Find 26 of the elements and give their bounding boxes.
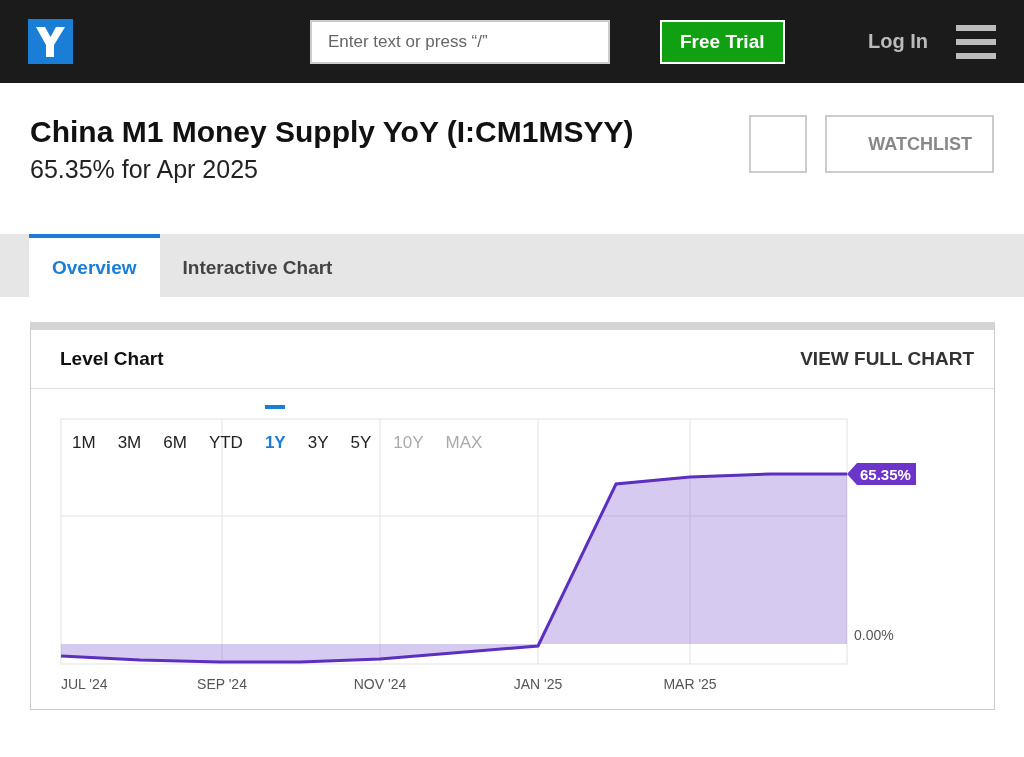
y-axis-label: 0.00% xyxy=(854,627,894,643)
range-button[interactable]: 1M xyxy=(64,433,104,453)
x-axis-label: MAR '25 xyxy=(663,676,717,692)
watchlist-button[interactable]: WATCHLIST xyxy=(825,115,994,173)
page-title: China M1 Money Supply YoY (I:CM1MSYY) xyxy=(30,115,635,149)
x-axis-label: JUL '24 xyxy=(61,676,108,692)
range-button[interactable]: 3M xyxy=(109,433,150,453)
range-button[interactable]: 5Y xyxy=(342,433,380,453)
tab[interactable]: Overview xyxy=(29,234,160,297)
tab[interactable]: Interactive Chart xyxy=(159,234,356,297)
x-axis-label: NOV '24 xyxy=(353,676,407,692)
range-button[interactable]: 1Y xyxy=(256,433,294,453)
range-button[interactable]: 3Y xyxy=(299,433,337,453)
x-axis-label: SEP '24 xyxy=(197,676,247,692)
range-button[interactable]: 6M xyxy=(155,433,195,453)
logo-icon[interactable] xyxy=(28,19,73,64)
view-full-chart-link[interactable]: VIEW FULL CHART xyxy=(800,348,974,370)
login-link[interactable]: Log In xyxy=(868,30,928,53)
selected-indicator xyxy=(265,405,286,409)
value-flag: 65.35% xyxy=(847,463,916,485)
range-button[interactable]: YTD xyxy=(200,433,251,453)
latest-value: 65.35% for Apr 2025 xyxy=(30,155,259,184)
x-axis-label: JAN '25 xyxy=(513,676,563,692)
menu-icon[interactable] xyxy=(956,24,996,59)
search-field[interactable]: Enter text or press “/” xyxy=(310,19,610,64)
card-title: Level Chart xyxy=(60,348,164,370)
